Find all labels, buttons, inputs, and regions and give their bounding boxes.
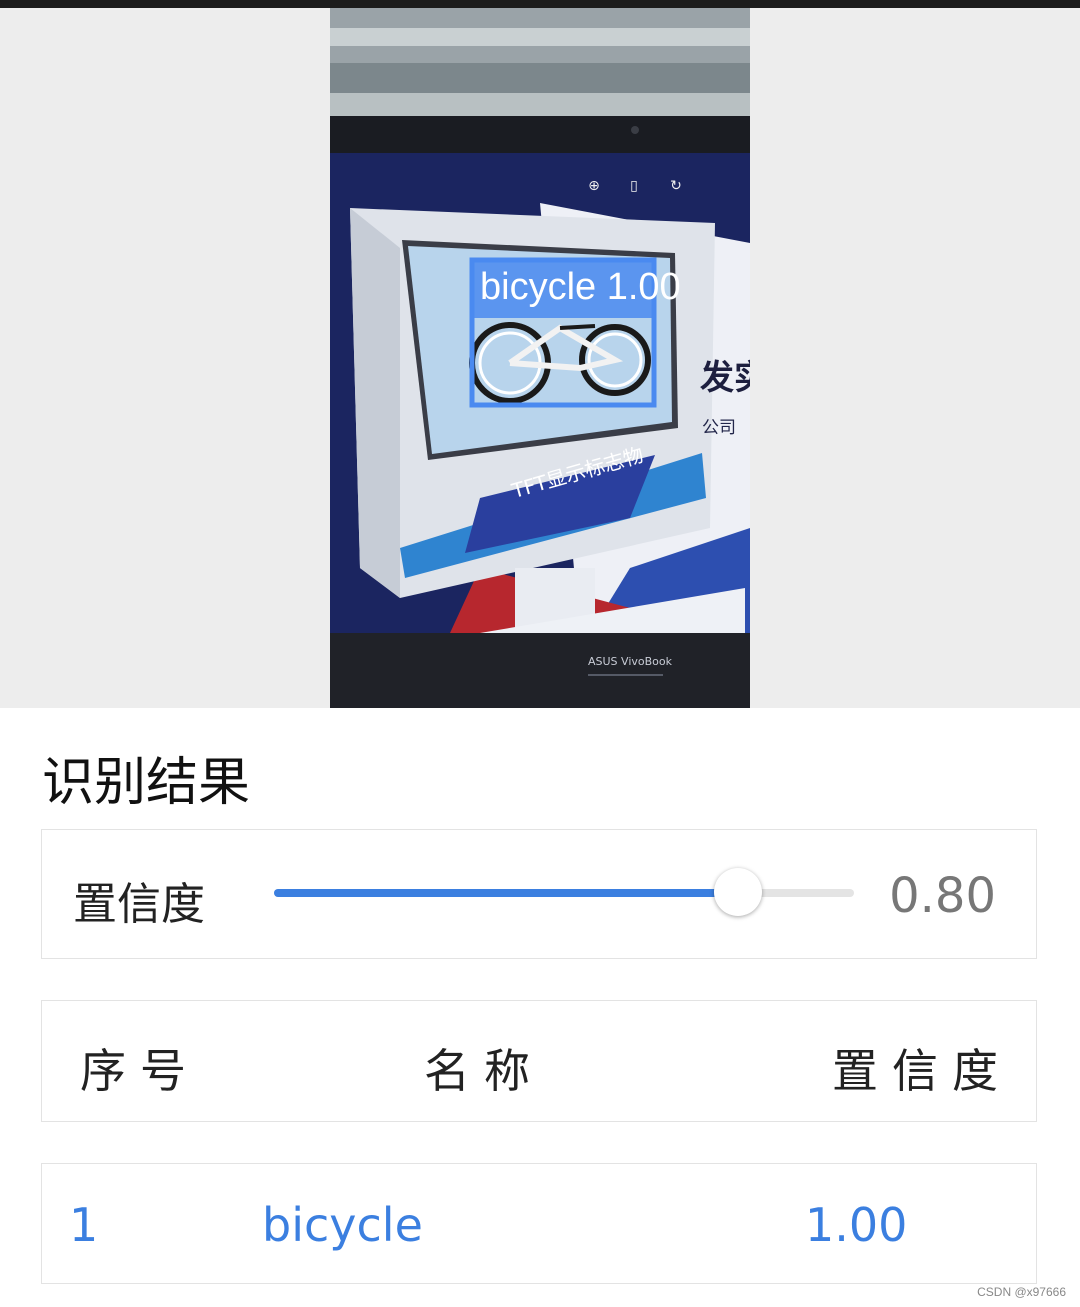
row-confidence: 1.00 <box>805 1198 908 1252</box>
banner-partial-text: 发实 <box>700 358 750 398</box>
company-partial-text: 公司 <box>702 418 736 438</box>
result-title: 识别结果 <box>42 753 251 813</box>
table-row[interactable]: 1 bicycle 1.00 <box>41 1163 1037 1284</box>
detection-photo: ⊕ ▯ ↻ bicycle 1.00 TFT显示标志物 发实 公司 ASUS V… <box>330 8 750 708</box>
header-index: 序号 <box>80 1044 200 1098</box>
zoom-in-icon: ⊕ <box>588 178 600 194</box>
header-name: 名称 <box>424 1044 544 1098</box>
laptop-brand-text: ASUS VivoBook <box>588 655 672 668</box>
slider-fill <box>274 889 738 897</box>
confidence-slider-card: 置信度 0.80 <box>41 829 1037 959</box>
rotate-icon: ↻ <box>670 178 682 194</box>
confidence-label: 置信度 <box>73 879 205 930</box>
row-name: bicycle <box>262 1198 423 1252</box>
row-index: 1 <box>69 1198 99 1252</box>
slider-thumb[interactable] <box>714 868 762 916</box>
detection-label: bicycle 1.00 <box>480 266 681 308</box>
confidence-value: 0.80 <box>889 868 996 924</box>
confidence-slider[interactable] <box>274 868 854 916</box>
trash-icon: ▯ <box>630 178 638 194</box>
table-header: 序号 名称 置信度 <box>41 1000 1037 1122</box>
watermark: CSDN @x97666 <box>977 1285 1066 1299</box>
image-preview-area: ⊕ ▯ ↻ bicycle 1.00 TFT显示标志物 发实 公司 ASUS V… <box>0 8 1080 708</box>
photo-scene <box>330 8 750 708</box>
header-confidence: 置信度 <box>832 1044 1012 1098</box>
top-status-bar <box>0 0 1080 8</box>
